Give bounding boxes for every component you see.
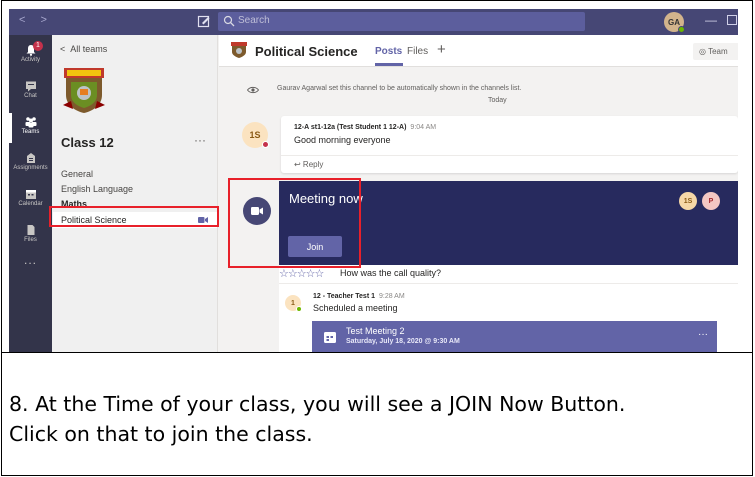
team-button-label: Team bbox=[708, 47, 728, 56]
rail-item-chat[interactable]: Chat bbox=[9, 75, 52, 109]
eye-icon bbox=[247, 86, 259, 94]
compose-icon[interactable] bbox=[197, 14, 211, 28]
team-name[interactable]: Class 12 bbox=[61, 135, 114, 150]
scheduled-meeting-card[interactable]: Test Meeting 2 Saturday, July 18, 2020 @… bbox=[312, 321, 717, 353]
chevron-left-icon: < bbox=[60, 44, 66, 54]
team-logo-crest-icon bbox=[231, 42, 247, 58]
rail-label: Assignments bbox=[13, 165, 48, 171]
rating-question: How was the call quality? bbox=[340, 268, 442, 278]
avatar-initials: 1 bbox=[291, 299, 295, 307]
rail-item-files[interactable]: Files bbox=[9, 219, 52, 253]
search-placeholder: Search bbox=[238, 15, 270, 26]
activity-badge: 1 bbox=[33, 41, 43, 51]
author-name: 12-A st1-12a (Test Student 1 12-A) bbox=[294, 124, 407, 131]
rail-label: Activity bbox=[20, 57, 40, 63]
instruction-caption: 8. At the Time of your class, you will s… bbox=[9, 389, 744, 449]
app-rail: Activity 1 Chat Teams Assignments Calend… bbox=[9, 35, 52, 353]
post-timestamp: 9:04 AM bbox=[410, 124, 437, 131]
highlight-political-science bbox=[49, 206, 219, 227]
avatar[interactable]: 1 bbox=[285, 295, 302, 312]
channel-general[interactable]: General bbox=[61, 169, 93, 179]
avatar-initials: 1S bbox=[249, 130, 261, 140]
meeting-chip-date: Saturday, July 18, 2020 @ 9:30 AM bbox=[346, 338, 460, 345]
participant-avatar[interactable]: P bbox=[702, 192, 720, 210]
teams-screenshot: < > Search GA — Activity 1 Chat Teams As… bbox=[9, 9, 738, 353]
teams-icon bbox=[25, 117, 36, 128]
search-icon bbox=[223, 15, 235, 27]
reply-label: ↩ Reply bbox=[294, 160, 324, 169]
caption-line-1: 8. At the Time of your class, you will s… bbox=[9, 392, 626, 416]
chat-icon bbox=[25, 81, 36, 92]
post-author: 12-A st1-12a (Test Student 1 12-A) 9:04 A… bbox=[294, 124, 436, 131]
channel-title: Political Science bbox=[255, 44, 358, 59]
thread-author: 12 - Teacher Test 1 9:28 AM bbox=[313, 293, 405, 300]
rating-stars[interactable]: ☆☆☆☆☆ bbox=[279, 267, 324, 280]
teams-panel: < All teams Class 12 ··· General English… bbox=[52, 35, 218, 353]
calendar-icon bbox=[25, 190, 36, 199]
presence-available-icon bbox=[296, 306, 302, 312]
meeting-more-options-button[interactable]: ··· bbox=[698, 329, 708, 340]
user-avatar[interactable]: GA bbox=[664, 12, 685, 33]
rail-item-teams[interactable]: Teams bbox=[9, 111, 52, 145]
team-logo-crest-icon bbox=[63, 68, 105, 113]
assignments-icon bbox=[26, 153, 35, 163]
channel-english-language[interactable]: English Language bbox=[61, 184, 133, 194]
active-tab-indicator bbox=[375, 63, 403, 66]
tab-posts[interactable]: Posts bbox=[375, 46, 402, 57]
eye-icon: ◎ bbox=[699, 47, 706, 56]
post-card: 1S 12-A st1-12a (Test Student 1 12-A) 9:0… bbox=[242, 116, 738, 173]
more-apps-button[interactable]: ... bbox=[9, 253, 52, 267]
author-name: 12 - Teacher Test 1 bbox=[313, 293, 375, 300]
back-forward-arrows-icon[interactable]: < > bbox=[19, 14, 53, 26]
thread-reply: 1 12 - Teacher Test 1 9:28 AM Scheduled a… bbox=[279, 283, 738, 353]
rail-label: Teams bbox=[21, 129, 40, 135]
title-bar: < > Search GA — bbox=[9, 9, 738, 35]
avatar[interactable]: 1S bbox=[242, 122, 269, 148]
meeting-chip-title: Test Meeting 2 bbox=[346, 326, 405, 336]
search-input[interactable]: Search bbox=[218, 12, 585, 31]
minimize-button[interactable]: — bbox=[705, 13, 717, 27]
reply-button[interactable]: ↩ Reply bbox=[281, 155, 738, 173]
all-teams-label: All teams bbox=[70, 44, 108, 54]
presence-busy-icon bbox=[262, 141, 269, 148]
channel-header: Political Science Posts Files + ◎ Team bbox=[219, 35, 738, 67]
rail-label: Files bbox=[24, 237, 37, 243]
rail-item-activity[interactable]: Activity 1 bbox=[9, 39, 52, 73]
team-button[interactable]: ◎ Team bbox=[693, 43, 738, 60]
user-initials: GA bbox=[668, 17, 680, 27]
presence-available-icon bbox=[678, 26, 685, 33]
system-message: Gaurav Agarwal set this channel to be au… bbox=[277, 85, 522, 92]
highlight-join-button bbox=[228, 178, 361, 268]
calendar-icon bbox=[324, 332, 336, 343]
rail-item-assignments[interactable]: Assignments bbox=[9, 147, 52, 181]
rail-label: Calendar bbox=[18, 201, 43, 207]
thread-body: Scheduled a meeting bbox=[313, 303, 398, 313]
add-tab-button[interactable]: + bbox=[437, 41, 446, 58]
maximize-button[interactable] bbox=[727, 15, 737, 25]
participant-avatar[interactable]: 1S bbox=[679, 192, 697, 210]
rail-item-calendar[interactable]: Calendar bbox=[9, 183, 52, 217]
team-more-options-button[interactable]: ··· bbox=[194, 133, 206, 147]
divider bbox=[1, 352, 753, 353]
tab-files[interactable]: Files bbox=[407, 46, 428, 57]
date-divider: Today bbox=[488, 97, 507, 104]
thread-timestamp: 9:28 AM bbox=[379, 293, 405, 300]
caption-line-2: Click on that to join the class. bbox=[9, 422, 313, 446]
all-teams-link[interactable]: < All teams bbox=[60, 44, 107, 54]
rail-label: Chat bbox=[24, 93, 37, 99]
post-body: Good morning everyone bbox=[294, 135, 391, 145]
files-icon bbox=[27, 225, 34, 235]
